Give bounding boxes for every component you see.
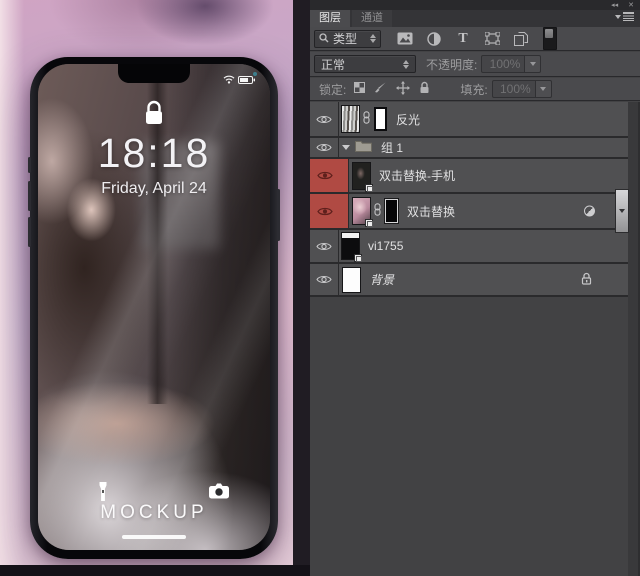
- blending-badge-icon: [584, 206, 595, 217]
- filter-type-dropdown[interactable]: 类型: [314, 30, 381, 48]
- layer-thumbnail[interactable]: [342, 233, 359, 259]
- phone-power-button: [277, 189, 280, 241]
- layer-name[interactable]: 双击替换: [407, 203, 455, 220]
- fill-label: 填充:: [460, 81, 487, 98]
- updown-arrows-icon: [403, 60, 409, 69]
- camera-icon[interactable]: [208, 483, 229, 504]
- tab-layers[interactable]: 图层: [310, 10, 350, 27]
- visibility-toggle[interactable]: [310, 230, 339, 262]
- lock-all-icon[interactable]: [419, 81, 430, 97]
- blend-row: 正常 不透明度: 100%: [310, 52, 640, 77]
- opacity-dropdown-button[interactable]: [525, 55, 541, 73]
- layer-row-group[interactable]: 组 1: [310, 138, 628, 159]
- filter-row: 类型 T: [310, 27, 640, 51]
- layer-name[interactable]: 组 1: [381, 139, 403, 156]
- front-camera-dot: [253, 72, 257, 76]
- fill-dropdown-button[interactable]: [536, 80, 552, 98]
- expand-triangle-icon[interactable]: [342, 145, 350, 150]
- background-lock-icon: [581, 272, 592, 288]
- layer-row-vi1755[interactable]: vi1755: [310, 230, 628, 264]
- tab-channels[interactable]: 通道: [352, 10, 392, 27]
- opacity-value: 100%: [482, 57, 524, 71]
- visibility-toggle[interactable]: [310, 102, 339, 136]
- lock-row: 锁定: 填充: 100%: [310, 78, 640, 101]
- layer-thumbnail[interactable]: [353, 198, 370, 224]
- link-icon: [373, 203, 382, 219]
- visibility-toggle[interactable]: [310, 138, 339, 157]
- statusbar-icons: [223, 71, 255, 89]
- layer-thumbnail[interactable]: [342, 106, 359, 132]
- layer-row-reflection[interactable]: 反光: [310, 102, 628, 138]
- canvas-bottom-edge: [0, 565, 310, 576]
- panel-tab-row: 图层 通道: [310, 10, 640, 27]
- panel-menu-icon[interactable]: [615, 12, 634, 21]
- smart-object-badge: [354, 254, 362, 262]
- layer-name[interactable]: 双击替换-手机: [379, 167, 455, 184]
- panel-group-header: ◂◂ ✕: [310, 0, 640, 10]
- folder-icon: [355, 140, 372, 155]
- layer-thumbnail[interactable]: [353, 163, 370, 189]
- opacity-label: 不透明度:: [426, 56, 477, 73]
- filter-pixel-layers-icon[interactable]: [396, 30, 414, 48]
- phone-volume-down: [28, 217, 31, 247]
- smart-object-badge: [365, 219, 373, 227]
- wifi-icon: [223, 71, 235, 89]
- collapse-panels-icon[interactable]: ◂◂: [611, 2, 618, 9]
- lock-position-icon[interactable]: [396, 81, 410, 98]
- filter-on-off-toggle[interactable]: [543, 27, 557, 50]
- layers-panel: ◂◂ ✕ 图层 通道 类型: [310, 0, 640, 576]
- opacity-field[interactable]: 100%: [481, 55, 525, 73]
- layer-mask-thumbnail[interactable]: [374, 107, 387, 131]
- close-icon[interactable]: ✕: [628, 2, 634, 9]
- updown-arrows-icon: [370, 34, 376, 43]
- lock-icon: [143, 100, 165, 131]
- home-indicator[interactable]: [122, 535, 186, 539]
- link-icon: [362, 111, 371, 127]
- phone-mockup: 18:18 Friday, April 24 MOCKUP: [30, 57, 278, 559]
- blend-mode-select[interactable]: 正常: [314, 55, 416, 73]
- layer-row-background[interactable]: 背景: [310, 264, 628, 297]
- layer-row-replace[interactable]: 双击替换: [310, 194, 628, 230]
- smart-object-badge: [365, 184, 373, 192]
- clock-time: 18:18: [38, 130, 270, 177]
- filter-adjustment-layers-icon[interactable]: [425, 30, 443, 48]
- blend-mode-value: 正常: [321, 56, 345, 73]
- filter-smart-objects-icon[interactable]: [512, 30, 530, 48]
- canvas-dark-edge: [293, 0, 310, 576]
- fill-value: 100%: [493, 82, 535, 96]
- lock-transparent-pixels-icon[interactable]: [354, 82, 365, 96]
- photoshop-workspace: 18:18 Friday, April 24 MOCKUP ◂◂ ✕ 图层 通道: [0, 0, 640, 576]
- filter-type-label: 类型: [333, 30, 357, 47]
- phone-screen: 18:18 Friday, April 24 MOCKUP: [38, 64, 270, 550]
- layer-name[interactable]: 反光: [396, 111, 420, 128]
- notch: [118, 64, 190, 83]
- layer-thumbnail[interactable]: [342, 267, 361, 293]
- visibility-toggle[interactable]: [310, 264, 339, 295]
- layer-name[interactable]: vi1755: [368, 239, 403, 253]
- layer-row-replace-phone[interactable]: 双击替换-手机: [310, 159, 628, 194]
- filter-shape-layers-icon[interactable]: [483, 30, 501, 48]
- lock-image-pixels-icon[interactable]: [374, 81, 387, 97]
- phone-volume-up: [28, 181, 31, 211]
- canvas-area: 18:18 Friday, April 24 MOCKUP: [0, 0, 310, 576]
- lock-label: 锁定:: [319, 81, 346, 98]
- layers-list: 反光 组 1 双击替换-手机: [310, 102, 640, 576]
- phone-mute-switch: [28, 157, 31, 173]
- visibility-toggle[interactable]: [310, 194, 349, 228]
- clock-date: Friday, April 24: [38, 180, 270, 198]
- visibility-toggle[interactable]: [310, 159, 349, 192]
- scrollbar-thumb[interactable]: [615, 189, 629, 233]
- fill-field[interactable]: 100%: [492, 80, 536, 98]
- search-icon: [319, 32, 329, 46]
- filter-type-layers-icon[interactable]: T: [454, 30, 472, 48]
- mockup-label: MOCKUP: [38, 502, 270, 524]
- layer-name[interactable]: 背景: [370, 271, 394, 288]
- layer-mask-thumbnail[interactable]: [385, 199, 398, 223]
